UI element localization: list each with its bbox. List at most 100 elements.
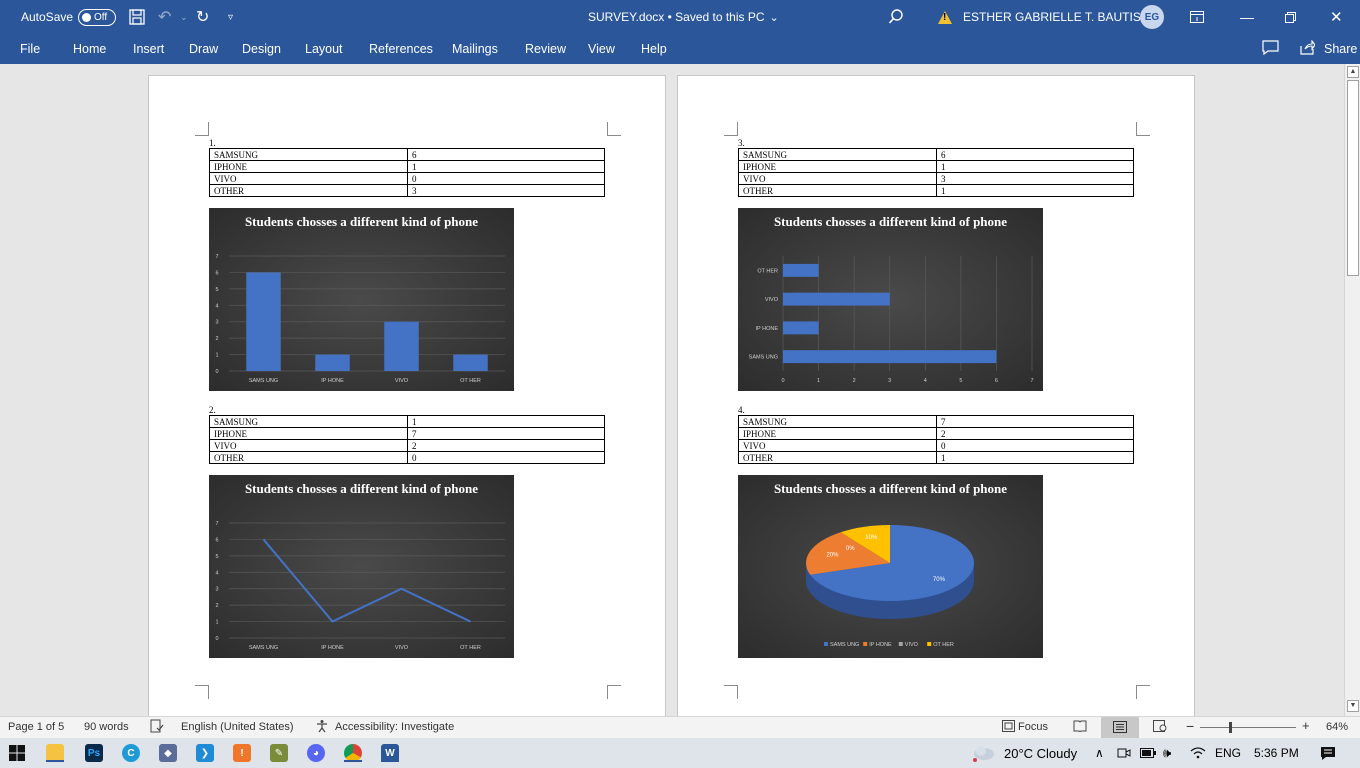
tab-draw[interactable]: Draw [189, 42, 218, 56]
vscode-icon[interactable]: ❯ [196, 744, 214, 762]
web-layout-icon[interactable] [1153, 720, 1167, 735]
zoom-slider[interactable] [1200, 727, 1296, 728]
vertical-scrollbar[interactable]: ▲ ▼ [1344, 64, 1360, 716]
tab-view[interactable]: View [588, 42, 615, 56]
legend-swatch [927, 642, 932, 646]
tab-references[interactable]: References [369, 42, 433, 56]
survey-table-2[interactable]: SAMSUNG 1 IPHONE 7 VIVO 2 OTHER 0 [209, 415, 605, 464]
undo-icon[interactable]: ↶ [158, 0, 171, 34]
zoom-out-icon[interactable]: − [1186, 718, 1194, 734]
scrollbar-thumb[interactable] [1347, 80, 1359, 276]
survey-table-3[interactable]: SAMSUNG 6 IPHONE 1 VIVO 3 OTHER 1 [738, 148, 1134, 197]
chart-title: Students chosses a different kind of pho… [244, 481, 479, 496]
restore-icon[interactable] [1285, 0, 1296, 34]
y-tick-label: 1 [215, 620, 218, 626]
battery-icon[interactable] [1140, 744, 1156, 762]
language-status[interactable]: English (United States) [181, 721, 294, 733]
title-bar: AutoSave Off ↶ ⌄ ↻ ▿ SURVEY.docx • Saved… [0, 0, 1360, 34]
tab-review[interactable]: Review [525, 42, 566, 56]
share-button[interactable]: Share [1324, 42, 1357, 56]
section-number: 4. [738, 405, 745, 415]
x-tick-label: IP HONE [321, 378, 344, 384]
x-tick-label: 7 [1030, 378, 1033, 384]
comments-icon[interactable] [1262, 40, 1279, 58]
pie-chart[interactable]: 70% 20% 0% 10% SAMS UNG IP HONE VIVO OT HER Stu… [738, 475, 1043, 658]
tab-mailings[interactable]: Mailings [452, 42, 498, 56]
weather-status[interactable]: 20°C Cloudy [1004, 744, 1077, 762]
discord-icon[interactable]: ◕ [307, 744, 325, 762]
tab-help[interactable]: Help [641, 42, 667, 56]
accessibility-icon[interactable] [316, 719, 330, 736]
survey-table-1[interactable]: SAMSUNG 6 IPHONE 1 VIVO 0 OTHER 3 [209, 148, 605, 197]
chrome-icon[interactable] [344, 744, 362, 762]
input-language[interactable]: ENG [1215, 744, 1241, 762]
chevron-up-icon[interactable]: ∧ [1095, 744, 1104, 762]
survey-table-4[interactable]: SAMSUNG 7 IPHONE 2 VIVO 0 OTHER 1 [738, 415, 1134, 464]
virtualbox-icon[interactable]: ◆ [159, 744, 177, 762]
tab-layout[interactable]: Layout [305, 42, 343, 56]
focus-icon[interactable] [1002, 720, 1015, 735]
clock[interactable]: 5:36 PM [1254, 744, 1299, 762]
document-title[interactable]: SURVEY.docx • Saved to this PC ⌄ [588, 0, 779, 34]
tab-insert[interactable]: Insert [133, 42, 164, 56]
cloudy-weather-icon[interactable] [972, 744, 996, 762]
page-count[interactable]: Page 1 of 5 [8, 721, 64, 733]
x-tick-label: 3 [888, 378, 891, 384]
y-tick-label: 2 [215, 603, 218, 609]
office-app-icon[interactable]: ! [233, 744, 251, 762]
redo-icon[interactable]: ↻ [196, 0, 209, 34]
user-name[interactable]: ESTHER GABRIELLE T. BAUTISTA [963, 0, 1155, 34]
ribbon-display-icon[interactable] [1190, 0, 1204, 34]
line-chart[interactable]: 0 1 2 3 4 5 6 7 SAMS UNG IP HONE VIVO OT HER Studen… [209, 475, 514, 658]
undo-dropdown-icon[interactable]: ⌄ [180, 0, 188, 34]
read-mode-icon[interactable] [1073, 720, 1087, 735]
tab-home[interactable]: Home [73, 42, 106, 56]
search-icon[interactable] [888, 0, 904, 34]
tab-file[interactable]: File [20, 42, 40, 56]
scroll-down-icon[interactable]: ▼ [1347, 700, 1359, 712]
share-icon[interactable] [1300, 39, 1316, 58]
tab-design[interactable]: Design [242, 42, 281, 56]
avatar[interactable]: EG [1140, 0, 1164, 34]
y-tick-label: 3 [215, 320, 218, 326]
document-canvas[interactable]: 1. SAMSUNG 6 IPHONE 1 VIVO 0 OTHER 3 0123456… [0, 64, 1344, 716]
file-explorer-icon[interactable] [46, 744, 64, 762]
bar-chart[interactable]: 0 1 2 3 4 5 6 7 SAMS UNG IP HONE VIVO OT HER Studen… [209, 208, 514, 391]
windows-start-icon[interactable] [9, 744, 25, 762]
focus-button[interactable]: Focus [1018, 721, 1048, 733]
y-tick-label: 7 [215, 254, 218, 260]
canva-icon[interactable]: C [122, 744, 140, 762]
accessibility-status[interactable]: Accessibility: Investigate [335, 721, 454, 733]
zoom-level[interactable]: 64% [1326, 721, 1348, 733]
document-page-2[interactable]: 3. SAMSUNG 6 IPHONE 1 VIVO 3 OTHER 1 0 1 2 3 4 5 6… [677, 75, 1195, 716]
legend-entry: OT HER [933, 642, 954, 648]
word-count[interactable]: 90 words [84, 721, 129, 733]
save-icon[interactable] [129, 0, 145, 34]
meet-now-icon[interactable] [1117, 744, 1131, 762]
table-row: VIVO 2 [209, 439, 605, 452]
table-row: SAMSUNG 1 [209, 415, 605, 428]
proofing-icon[interactable] [150, 719, 164, 736]
volume-icon[interactable]: 🕪 [1163, 744, 1171, 762]
zoom-slider-thumb[interactable] [1229, 722, 1232, 733]
table-row: IPHONE 7 [209, 427, 605, 440]
print-layout-button[interactable] [1101, 717, 1139, 738]
x-tick-label: SAMS UNG [249, 645, 278, 651]
scroll-up-icon[interactable]: ▲ [1347, 66, 1359, 78]
autosave-toggle[interactable]: Off [78, 0, 116, 34]
minimize-icon[interactable]: — [1240, 0, 1254, 34]
warning-icon[interactable] [938, 0, 952, 34]
y-tick-label: 4 [215, 303, 218, 309]
zoom-in-icon[interactable]: + [1302, 718, 1310, 733]
chart-title: Students chosses a different kind of pho… [773, 214, 1008, 229]
photoshop-icon[interactable]: Ps [85, 744, 103, 762]
wifi-icon[interactable] [1190, 744, 1206, 762]
customize-toolbar-icon[interactable]: ▿ [228, 0, 233, 34]
close-icon[interactable]: ✕ [1330, 0, 1343, 34]
word-icon[interactable]: W [381, 744, 399, 762]
paint-app-icon[interactable]: ✎ [270, 744, 288, 762]
horizontal-bar-chart[interactable]: 0 1 2 3 4 5 6 7 SAMS UNG IP HONE VIVO OT HER Studen… [738, 208, 1043, 391]
document-page-1[interactable]: 1. SAMSUNG 6 IPHONE 1 VIVO 0 OTHER 3 0123456… [148, 75, 666, 716]
notifications-icon[interactable] [1320, 744, 1336, 762]
bar [246, 272, 281, 371]
